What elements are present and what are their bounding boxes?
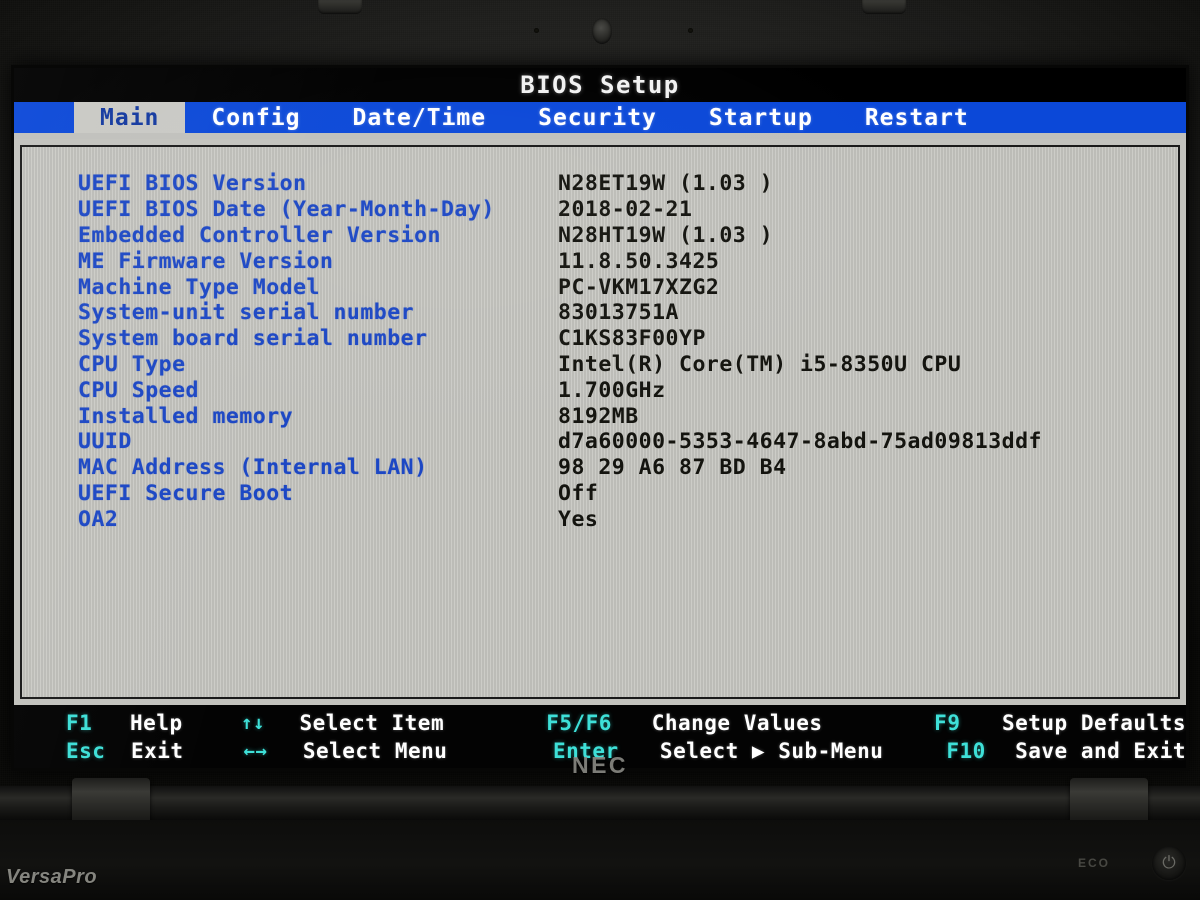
help-desc-setup-defaults: Setup Defaults — [1001, 711, 1186, 735]
tab-config[interactable]: Config — [185, 102, 326, 133]
bezel-bumper-left — [318, 0, 362, 14]
page-title: BIOS Setup — [520, 71, 680, 99]
lcd-screen: BIOS Setup Main Config Date/Time Securit… — [14, 68, 1186, 768]
info-row-uuid[interactable]: UUID d7a60000-5353-4647-8abd-75ad09813dd… — [78, 429, 1178, 455]
tab-security[interactable]: Security — [512, 102, 683, 133]
info-label: Embedded Controller Version — [78, 222, 441, 248]
info-row-system-unit-serial-number[interactable]: System-unit serial number 83013751A — [78, 300, 1178, 326]
info-value: 8192MB — [558, 403, 639, 429]
help-key-f5-f6: F5/F6 — [546, 711, 612, 735]
info-label: CPU Speed — [78, 377, 199, 403]
nec-brand-logo: NEC — [571, 752, 629, 778]
info-row-oa2[interactable]: OA2 Yes — [78, 506, 1178, 532]
info-row-uefi-bios-version[interactable]: UEFI BIOS Version N28ET19W (1.03 ) — [78, 171, 1178, 197]
info-value: Intel(R) Core(TM) i5-8350U CPU — [558, 351, 962, 377]
info-value: N28ET19W (1.03 ) — [558, 171, 774, 197]
hinge-cap-right — [1070, 778, 1148, 824]
info-label: System board serial number — [78, 326, 428, 352]
help-key-f1: F1 — [66, 711, 93, 735]
info-value: 11.8.50.3425 — [558, 248, 720, 274]
bezel-bumper-right — [862, 0, 906, 14]
info-row-cpu-type[interactable]: CPU Type Intel(R) Core(TM) i5-8350U CPU — [78, 352, 1178, 378]
power-icon: ⏻ — [1162, 853, 1176, 873]
info-label: UEFI BIOS Date (Year-Month-Day) — [78, 197, 495, 223]
info-row-uefi-secure-boot[interactable]: UEFI Secure Boot Off — [78, 481, 1178, 507]
info-value: 98 29 A6 87 BD B4 — [558, 455, 787, 481]
versapro-brand-logo: VersaPro — [6, 866, 98, 888]
info-value: PC-VKM17XZG2 — [558, 274, 720, 300]
laptop-chassis: BIOS Setup Main Config Date/Time Securit… — [0, 0, 1200, 900]
info-label: UEFI Secure Boot — [78, 480, 294, 506]
info-value: d7a60000-5353-4647-8abd-75ad09813ddf — [558, 429, 1042, 455]
info-label: Machine Type Model — [78, 274, 320, 300]
main-content-panel: UEFI BIOS Version N28ET19W (1.03 ) UEFI … — [14, 139, 1186, 705]
tab-restart[interactable]: Restart — [839, 102, 995, 133]
arrow-up-down-icon: ↑↓ — [241, 712, 266, 734]
hinge-cap-left — [72, 778, 150, 824]
tab-main[interactable]: Main — [74, 102, 186, 133]
microphone-hole-left — [534, 28, 539, 33]
help-desc-help: Help — [130, 711, 183, 735]
info-label: UEFI BIOS Version — [78, 171, 307, 197]
power-button[interactable]: ⏻ — [1152, 846, 1186, 880]
info-label: MAC Address (Internal LAN) — [78, 455, 428, 481]
system-info-list: UEFI BIOS Version N28ET19W (1.03 ) UEFI … — [78, 171, 1178, 532]
main-content-inner: UEFI BIOS Version N28ET19W (1.03 ) UEFI … — [20, 145, 1180, 699]
tab-main-label: Main — [100, 104, 160, 131]
tab-startup[interactable]: Startup — [683, 102, 839, 133]
info-label: OA2 — [78, 506, 119, 532]
info-label: CPU Type — [78, 351, 186, 377]
info-value: N28HT19W (1.03 ) — [558, 222, 774, 248]
tab-restart-label: Restart — [864, 104, 969, 131]
info-label: UUID — [78, 429, 132, 455]
bios-title-bar: BIOS Setup — [14, 68, 1186, 102]
info-row-system-board-serial-number[interactable]: System board serial number C1KS83F00YP — [78, 326, 1178, 352]
info-label: System-unit serial number — [78, 300, 415, 326]
info-row-mac-address[interactable]: MAC Address (Internal LAN) 98 29 A6 87 B… — [78, 455, 1178, 481]
info-value: 1.700GHz — [558, 377, 666, 403]
info-value: Yes — [558, 506, 599, 532]
menu-tab-bar[interactable]: Main Config Date/Time Security Startup R… — [14, 102, 1186, 139]
info-row-me-firmware-version[interactable]: ME Firmware Version 11.8.50.3425 — [78, 248, 1178, 274]
tab-config-label: Config — [211, 104, 301, 131]
tab-date-time[interactable]: Date/Time — [326, 102, 512, 133]
info-row-machine-type-model[interactable]: Machine Type Model PC-VKM17XZG2 — [78, 274, 1178, 300]
info-row-installed-memory[interactable]: Installed memory 8192MB — [78, 403, 1178, 429]
info-value: 83013751A — [558, 300, 679, 326]
help-footer-row-1: F1 Help ↑↓ Select Item F5/F6 Change Valu… — [66, 709, 1186, 737]
tab-date-time-label: Date/Time — [352, 104, 487, 131]
info-label: Installed memory — [78, 403, 294, 429]
info-value: Off — [558, 480, 599, 506]
laptop-base — [0, 820, 1200, 900]
info-row-embedded-controller-version[interactable]: Embedded Controller Version N28HT19W (1.… — [78, 223, 1178, 249]
eco-label: ECO — [1078, 856, 1111, 870]
webcam-lens — [592, 18, 612, 44]
info-row-uefi-bios-date[interactable]: UEFI BIOS Date (Year-Month-Day) 2018-02-… — [78, 197, 1178, 223]
tab-security-label: Security — [538, 104, 657, 131]
info-value: 2018-02-21 — [558, 197, 693, 223]
info-row-cpu-speed[interactable]: CPU Speed 1.700GHz — [78, 377, 1178, 403]
info-label: ME Firmware Version — [78, 248, 334, 274]
tab-startup-label: Startup — [708, 104, 813, 131]
microphone-hole-right — [688, 28, 693, 33]
display-hinge-bar — [0, 786, 1200, 820]
help-desc-change-values: Change Values — [651, 711, 823, 735]
info-value: C1KS83F00YP — [558, 326, 706, 352]
help-desc-select-item: Select Item — [299, 711, 445, 735]
help-key-f9: F9 — [934, 711, 961, 735]
